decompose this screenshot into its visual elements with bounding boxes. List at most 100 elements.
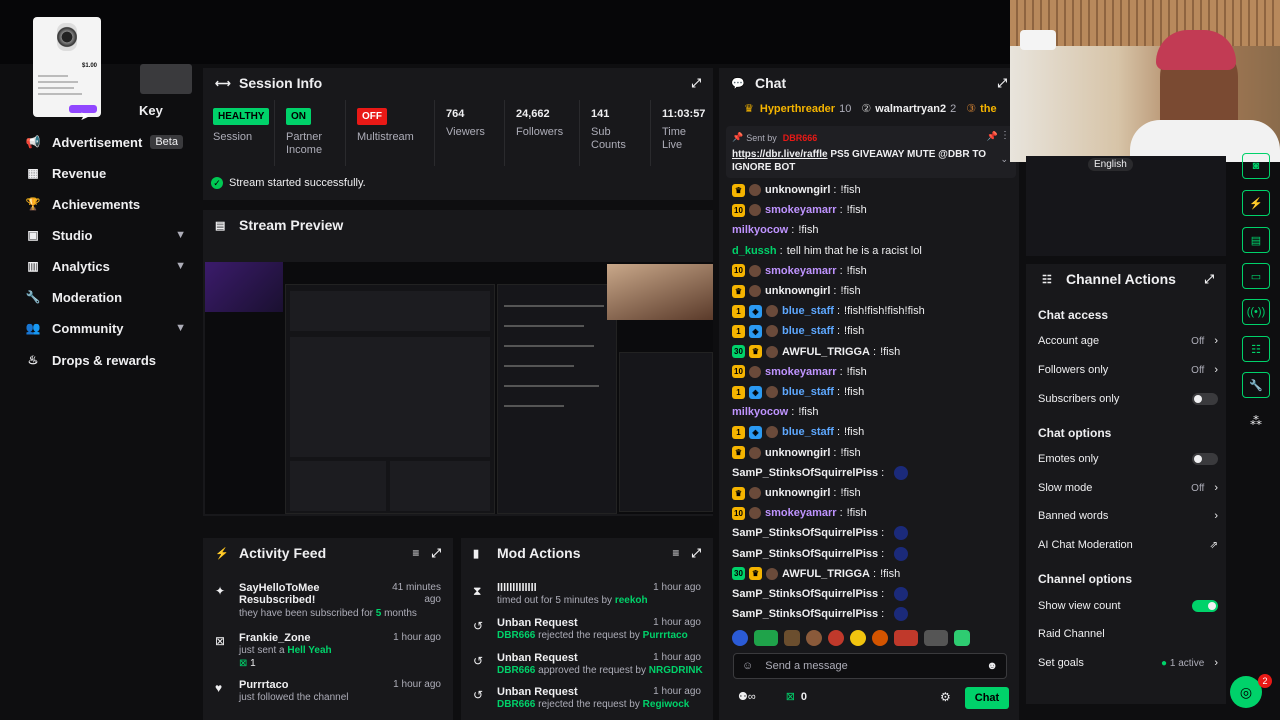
multistream-stat[interactable]: OFF Multistream <box>347 100 435 166</box>
chat-username[interactable]: unknowngirl <box>765 447 830 459</box>
subscribers-only-setting[interactable]: Subscribers only <box>1038 391 1218 407</box>
chat-username[interactable]: SamP_StinksOfSquirrelPiss <box>732 527 878 539</box>
raid-channel-action[interactable]: Raid Channel <box>1038 626 1218 642</box>
pin-icon[interactable]: 📌 <box>987 131 998 142</box>
sidebar-item-revenue[interactable]: ▦ Revenue <box>26 162 186 184</box>
chat-username[interactable]: unknowngirl <box>765 184 830 196</box>
chat-username[interactable]: AWFUL_TRIGGA <box>782 568 870 580</box>
chat-message[interactable]: 10 smokeyamarr: !fish <box>732 505 867 521</box>
infinity-icon[interactable]: ⚉∞ <box>738 690 756 703</box>
sidebar-item-moderation[interactable]: 🔧 Moderation <box>26 286 186 308</box>
chat-message[interactable]: SamP_StinksOfSquirrelPiss: <box>732 525 909 541</box>
sidebar-item-advertisement[interactable]: 📢 Advertisement Beta <box>26 131 186 153</box>
chat-message[interactable]: 1 ◈ blue_staff: !fish!fish!fish!fish <box>732 303 925 319</box>
emote[interactable] <box>806 630 822 646</box>
chat-username[interactable]: d_kussh <box>732 245 777 257</box>
show-view-count-toggle[interactable] <box>1192 600 1218 612</box>
sidebar-item-studio[interactable]: ▣ Studio ▼ <box>26 224 186 246</box>
sidebar-item-drops[interactable]: ♨ Drops & rewards <box>26 349 186 371</box>
sidebar-item-community[interactable]: 👥 Community ▼ <box>26 317 186 339</box>
chat-username[interactable]: smokeyamarr <box>765 366 837 378</box>
smiley-icon[interactable]: ☻ <box>986 660 998 672</box>
rail-lightning-button[interactable]: ⚡ <box>1242 190 1270 216</box>
chat-message[interactable]: SamP_StinksOfSquirrelPiss: <box>732 465 909 481</box>
show-view-count-setting[interactable]: Show view count <box>1038 598 1218 614</box>
chat-username[interactable]: milkyocow <box>732 406 788 418</box>
chat-message[interactable]: d_kussh: tell him that he is a racist lol <box>732 243 922 259</box>
chat-send-button[interactable]: Chat <box>965 687 1009 709</box>
sidebar-item-analytics[interactable]: ▥ Analytics ▼ <box>26 255 186 277</box>
chat-username[interactable]: blue_staff <box>782 426 834 438</box>
emote[interactable] <box>872 630 888 646</box>
filter-icon[interactable]: ≡ <box>412 546 419 560</box>
leader-name[interactable]: walmartryan2 <box>875 103 946 115</box>
popout-icon[interactable]: ⤢ <box>1204 272 1214 287</box>
slow-mode-setting[interactable]: Slow mode Off › <box>1038 480 1218 496</box>
chat-username[interactable]: blue_staff <box>782 325 834 337</box>
chat-message[interactable]: 10 smokeyamarr: !fish <box>732 364 867 380</box>
filter-icon[interactable]: ≡ <box>672 546 679 560</box>
channel-points-icon[interactable]: ⊠ <box>786 690 795 703</box>
rail-chat-button[interactable]: ▭ <box>1242 263 1270 289</box>
rail-sliders-button[interactable]: ☷ <box>1242 336 1270 362</box>
more-icon[interactable]: ⋮ <box>1000 130 1010 141</box>
chevron-down-icon[interactable]: ⌄ <box>1000 154 1008 165</box>
emote[interactable] <box>924 630 948 646</box>
rail-broadcast-button[interactable]: ((•)) <box>1242 299 1270 325</box>
emote[interactable] <box>784 630 800 646</box>
emote-picker-icon[interactable]: ☺ <box>742 660 753 672</box>
ai-moderation-setting[interactable]: AI Chat Moderation ⇗ <box>1038 537 1218 553</box>
chat-username[interactable]: smokeyamarr <box>765 204 837 216</box>
partner-income-stat[interactable]: ON Partner Income <box>276 100 346 166</box>
leader-name[interactable]: the <box>980 103 997 115</box>
rail-wrench-button[interactable]: 🔧 <box>1242 372 1270 398</box>
chat-message[interactable]: 10 smokeyamarr: !fish <box>732 202 867 218</box>
chat-message[interactable]: 10 smokeyamarr: !fish <box>732 263 867 279</box>
chat-username[interactable]: unknowngirl <box>765 487 830 499</box>
chat-username[interactable]: SamP_StinksOfSquirrelPiss <box>732 467 878 479</box>
chat-username[interactable]: blue_staff <box>782 386 834 398</box>
chat-message[interactable]: 30 ♛ AWFUL_TRIGGA: !fish <box>732 566 900 582</box>
chat-message[interactable]: milkyocow: !fish <box>732 222 819 238</box>
chat-username[interactable]: smokeyamarr <box>765 265 837 277</box>
chat-username[interactable]: blue_staff <box>782 305 834 317</box>
account-age-setting[interactable]: Account age Off › <box>1038 333 1218 349</box>
product-overlay-card[interactable]: $1.00 <box>33 17 101 117</box>
pinned-message[interactable]: 📌 Sent by DBR666 📌 ⋮ https://dbr.live/ra… <box>726 126 1016 178</box>
chat-username[interactable]: milkyocow <box>732 224 788 236</box>
chat-username[interactable]: SamP_StinksOfSquirrelPiss <box>732 548 878 560</box>
emotes-only-toggle[interactable] <box>1192 453 1218 465</box>
chat-username[interactable]: smokeyamarr <box>765 507 837 519</box>
chat-input[interactable]: ☺ Send a message ☻ <box>733 653 1007 679</box>
emote[interactable] <box>850 630 866 646</box>
popout-icon[interactable]: ⤢ <box>691 76 701 91</box>
emote[interactable] <box>828 630 844 646</box>
add-widget-icon[interactable]: ⁂ <box>1250 414 1262 428</box>
rail-document-button[interactable]: ▤ <box>1242 227 1270 253</box>
chat-message[interactable]: SamP_StinksOfSquirrelPiss: <box>732 606 909 622</box>
emote[interactable] <box>954 630 970 646</box>
emote[interactable] <box>894 630 918 646</box>
chat-username[interactable]: SamP_StinksOfSquirrelPiss <box>732 588 878 600</box>
chat-message[interactable]: ♛ unknowngirl: !fish <box>732 485 861 501</box>
set-goals-action[interactable]: Set goals ● 1 active › <box>1038 655 1218 671</box>
chat-message[interactable]: SamP_StinksOfSquirrelPiss: <box>732 586 909 602</box>
chat-username[interactable]: unknowngirl <box>765 285 830 297</box>
chat-message[interactable]: ♛ unknowngirl: !fish <box>732 283 861 299</box>
leader-name[interactable]: Hyperthreader <box>760 103 835 115</box>
sidebar-item-achievements[interactable]: 🏆 Achievements <box>26 193 186 215</box>
emote[interactable] <box>732 630 748 646</box>
chat-username[interactable]: AWFUL_TRIGGA <box>782 346 870 358</box>
popout-icon[interactable]: ⤢ <box>691 546 701 561</box>
chat-message[interactable]: milkyocow: !fish <box>732 404 819 420</box>
chat-username[interactable]: SamP_StinksOfSquirrelPiss <box>732 608 878 620</box>
chat-message[interactable]: ♛ unknowngirl: !fish <box>732 182 861 198</box>
popout-icon[interactable]: ⤢ <box>431 546 441 561</box>
chat-message[interactable]: 1 ◈ blue_staff: !fish <box>732 384 864 400</box>
rail-camera-button[interactable]: ◙ <box>1242 153 1270 179</box>
emotes-only-setting[interactable]: Emotes only <box>1038 451 1218 467</box>
settings-icon[interactable]: ⚙ <box>940 690 951 704</box>
popout-icon[interactable]: ⤢ <box>997 76 1007 91</box>
followers-only-setting[interactable]: Followers only Off › <box>1038 362 1218 378</box>
collapsed-nav-item[interactable] <box>140 64 192 94</box>
